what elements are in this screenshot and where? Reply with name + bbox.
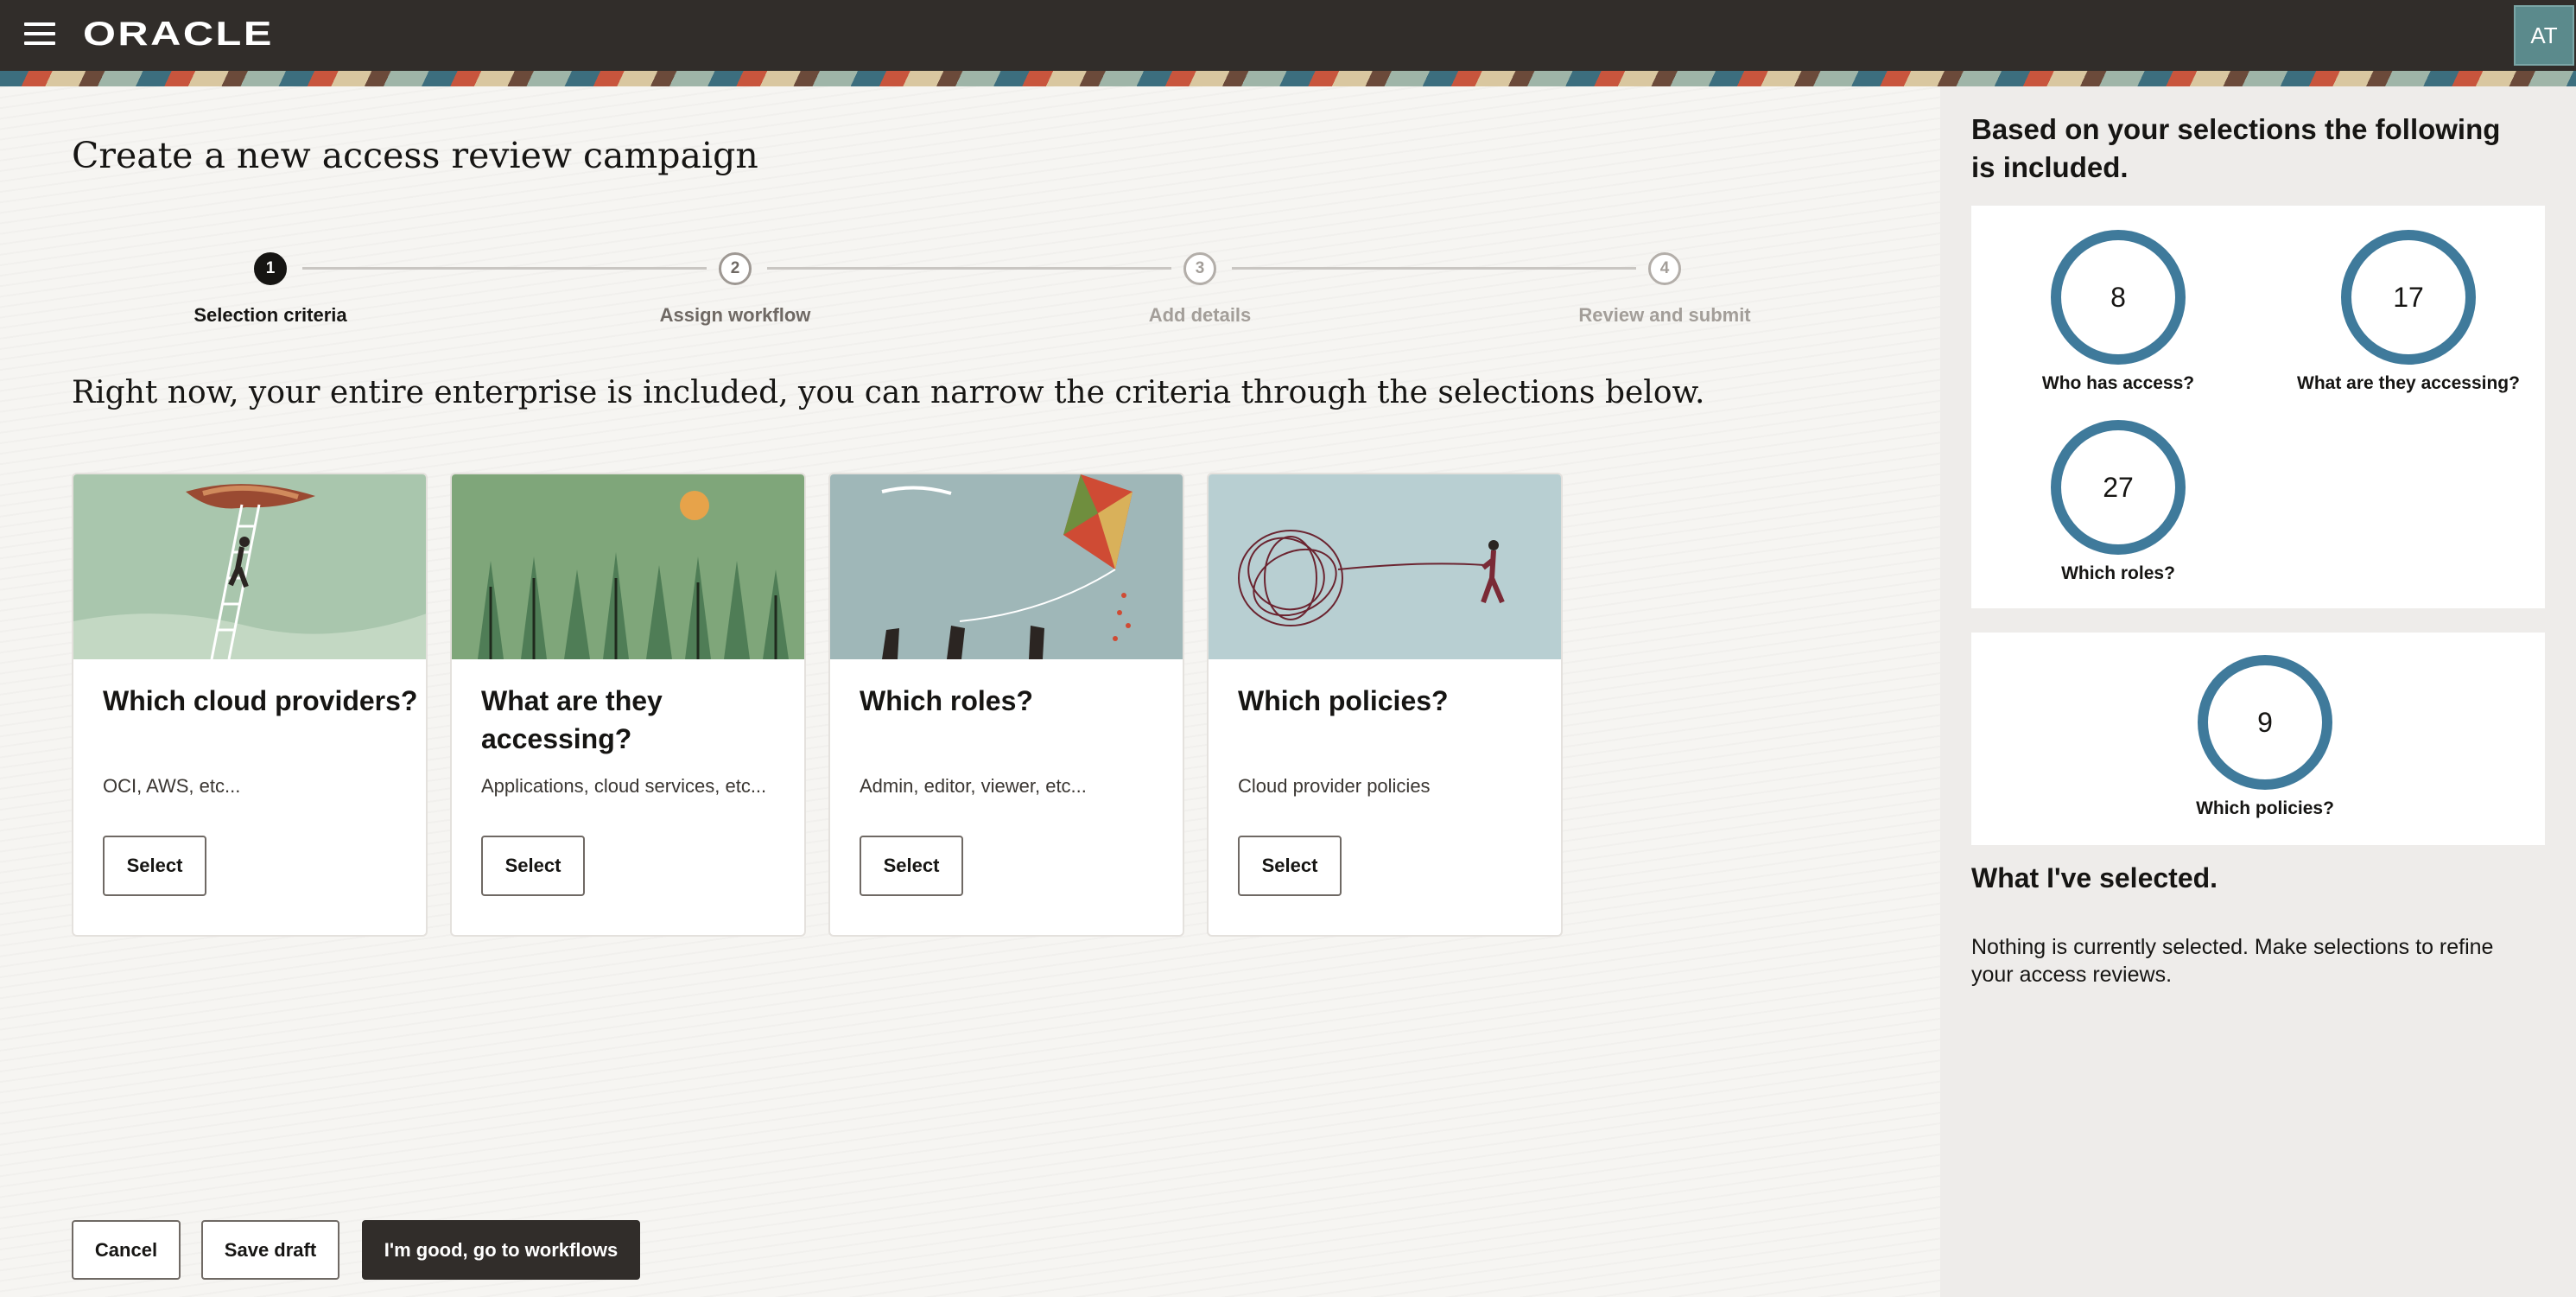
stat-ring: 8 — [2051, 230, 2186, 365]
selected-text: Nothing is currently selected. Make sele… — [1971, 935, 2494, 987]
step-1-indicator[interactable]: 1 — [254, 252, 287, 285]
step-3-indicator[interactable]: 3 — [1183, 252, 1216, 285]
avatar[interactable]: AT — [2514, 5, 2574, 66]
step-2-label[interactable]: Assign workflow — [606, 304, 865, 327]
card-cloud-providers: Which cloud providers? OCI, AWS, etc... … — [72, 473, 428, 937]
save-draft-button[interactable]: Save draft — [201, 1220, 339, 1280]
stat-ring: 27 — [2051, 420, 2186, 555]
stat-label: What are they accessing? — [2297, 373, 2520, 393]
top-bar: ORACLE AT — [0, 0, 2576, 71]
intro-text: Right now, your entire enterprise is inc… — [72, 375, 1705, 410]
stat-ring: 17 — [2341, 230, 2476, 365]
stat-label: Which policies? — [2196, 798, 2334, 818]
card-description: Applications, cloud services, etc... — [481, 775, 767, 797]
card-description: Cloud provider policies — [1238, 775, 1431, 797]
stat-label: Which roles? — [2061, 563, 2175, 583]
stat-ring: 9 — [2198, 655, 2332, 790]
main-content: Create a new access review campaign 1 2 … — [0, 86, 1940, 1297]
page-title: Create a new access review campaign — [72, 135, 758, 176]
decorative-banner — [0, 71, 2576, 86]
step-2-indicator[interactable]: 2 — [719, 252, 752, 285]
kite-illustration — [830, 474, 1183, 659]
select-policies-button[interactable]: Select — [1238, 836, 1342, 896]
oracle-logo[interactable]: ORACLE — [83, 16, 274, 54]
stepper-connector — [302, 267, 707, 270]
step-1-label[interactable]: Selection criteria — [141, 304, 400, 327]
card-title: Which roles? — [860, 685, 1033, 716]
select-cloud-providers-button[interactable]: Select — [103, 836, 206, 896]
step-4-label[interactable]: Review and submit — [1535, 304, 1794, 327]
select-accessing-button[interactable]: Select — [481, 836, 585, 896]
step-4-indicator[interactable]: 4 — [1648, 252, 1681, 285]
stat-label: Who has access? — [2041, 373, 2195, 393]
policies-stat-box: 9 Which policies? — [1971, 633, 2545, 845]
card-description: OCI, AWS, etc... — [103, 775, 241, 797]
menu-icon[interactable] — [24, 22, 55, 48]
card-policies: Which policies? Cloud provider policies … — [1207, 473, 1563, 937]
cancel-button[interactable]: Cancel — [72, 1220, 181, 1280]
stepper-connector — [767, 267, 1171, 270]
cloud-ladder-illustration — [73, 474, 426, 659]
summary-title: Based on your selections the following i… — [1971, 113, 2501, 183]
summary-panel: Based on your selections the following i… — [1940, 86, 2576, 1297]
stats-box: 8 Who has access? 17 What are they acces… — [1971, 206, 2545, 608]
card-roles: Which roles? Admin, editor, viewer, etc.… — [828, 473, 1184, 937]
stepper-connector — [1232, 267, 1636, 270]
select-roles-button[interactable]: Select — [860, 836, 963, 896]
card-description: Admin, editor, viewer, etc... — [860, 775, 1087, 797]
step-3-label[interactable]: Add details — [1070, 304, 1329, 327]
go-to-workflows-button[interactable]: I'm good, go to workflows — [362, 1220, 640, 1280]
card-title: Which cloud providers? — [103, 685, 418, 716]
card-title: Which policies? — [1238, 685, 1449, 716]
tangled-string-illustration — [1209, 474, 1561, 659]
selected-title: What I've selected. — [1971, 862, 2218, 893]
forest-illustration — [452, 474, 804, 659]
card-title: What are they accessing? — [481, 685, 663, 754]
card-what-accessing: What are they accessing? Applications, c… — [450, 473, 806, 937]
